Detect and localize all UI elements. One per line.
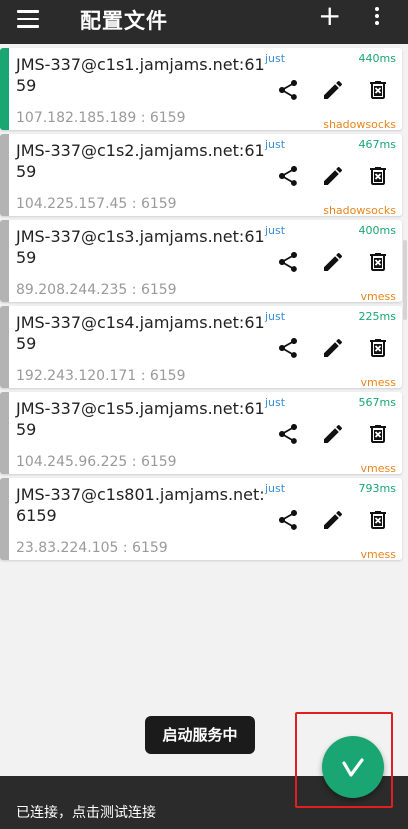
server-remarks: JMS-337@c1s801.jamjams.net:6159 — [16, 485, 265, 525]
page-title: 配置文件 — [80, 9, 168, 33]
server-address: 23.83.224.105 : 6159 — [16, 540, 168, 556]
server-card[interactable]: JMS-337@c1s4.jamjams.net:6159 192.243.120… — [0, 306, 402, 389]
selection-indicator — [0, 392, 9, 474]
test-label: just — [265, 482, 286, 495]
delete-icon[interactable] — [366, 422, 390, 446]
v-logo-icon — [342, 758, 364, 777]
edit-icon[interactable] — [321, 78, 345, 102]
edit-icon[interactable] — [321, 250, 345, 274]
server-address: 104.245.96.225 : 6159 — [16, 454, 177, 470]
scrollbar[interactable] — [403, 240, 407, 320]
test-label: just — [265, 310, 286, 323]
app-bar: 配置文件 + — [0, 0, 408, 44]
server-address: 104.225.157.45 : 6159 — [16, 196, 177, 212]
delay-value: 793ms — [358, 482, 396, 495]
server-card[interactable]: JMS-337@c1s2.jamjams.net:6159 104.225.157… — [0, 134, 402, 217]
delay-value: 440ms — [358, 52, 396, 65]
test-label: just — [265, 224, 286, 237]
test-label: just — [265, 396, 286, 409]
server-type: vmess — [360, 290, 396, 303]
edit-icon[interactable] — [321, 508, 345, 532]
server-card[interactable]: JMS-337@c1s5.jamjams.net:6159 104.245.96.… — [0, 392, 402, 475]
server-remarks: JMS-337@c1s5.jamjams.net:6159 — [16, 399, 265, 439]
test-label: just — [265, 138, 286, 151]
share-icon[interactable] — [276, 78, 300, 102]
connect-fab-button[interactable] — [322, 736, 384, 798]
edit-icon[interactable] — [321, 164, 345, 188]
edit-icon[interactable] — [321, 422, 345, 446]
server-remarks: JMS-337@c1s2.jamjams.net:6159 — [16, 141, 265, 181]
server-card[interactable]: JMS-337@c1s801.jamjams.net:6159 23.83.224… — [0, 478, 402, 561]
server-type: vmess — [360, 376, 396, 389]
share-icon[interactable] — [276, 336, 300, 360]
server-type: shadowsocks — [323, 118, 396, 131]
connection-status-text[interactable]: 已连接，点击测试连接 — [16, 802, 156, 822]
toast-message: 启动服务中 — [145, 716, 255, 754]
server-remarks: JMS-337@c1s4.jamjams.net:6159 — [16, 313, 265, 353]
delete-icon[interactable] — [366, 336, 390, 360]
delete-icon[interactable] — [366, 78, 390, 102]
add-icon[interactable]: + — [318, 2, 341, 30]
share-icon[interactable] — [276, 508, 300, 532]
server-remarks: JMS-337@c1s1.jamjams.net:6159 — [16, 55, 265, 95]
delay-value: 567ms — [358, 396, 396, 409]
delete-icon[interactable] — [366, 508, 390, 532]
delete-icon[interactable] — [366, 164, 390, 188]
server-type: vmess — [360, 462, 396, 475]
delete-icon[interactable] — [366, 250, 390, 274]
server-card[interactable]: JMS-337@c1s3.jamjams.net:6159 89.208.244.… — [0, 220, 402, 303]
server-address: 107.182.185.189 : 6159 — [16, 110, 186, 126]
edit-icon[interactable] — [321, 336, 345, 360]
server-address: 89.208.244.235 : 6159 — [16, 282, 177, 298]
selection-indicator — [0, 478, 9, 560]
server-card[interactable]: JMS-337@c1s1.jamjams.net:6159 107.182.185… — [0, 48, 402, 131]
share-icon[interactable] — [276, 250, 300, 274]
share-icon[interactable] — [276, 164, 300, 188]
menu-icon[interactable] — [17, 10, 39, 28]
delay-value: 467ms — [358, 138, 396, 151]
selection-indicator — [0, 134, 9, 216]
selection-indicator — [0, 306, 9, 388]
delay-value: 225ms — [358, 310, 396, 323]
selection-indicator — [0, 48, 9, 130]
server-address: 192.243.120.171 : 6159 — [16, 368, 186, 384]
server-type: vmess — [360, 548, 396, 561]
test-label: just — [265, 52, 286, 65]
server-type: shadowsocks — [323, 204, 396, 217]
delay-value: 400ms — [358, 224, 396, 237]
more-vert-icon[interactable] — [372, 7, 382, 27]
share-icon[interactable] — [276, 422, 300, 446]
selection-indicator — [0, 220, 9, 302]
server-remarks: JMS-337@c1s3.jamjams.net:6159 — [16, 227, 265, 267]
